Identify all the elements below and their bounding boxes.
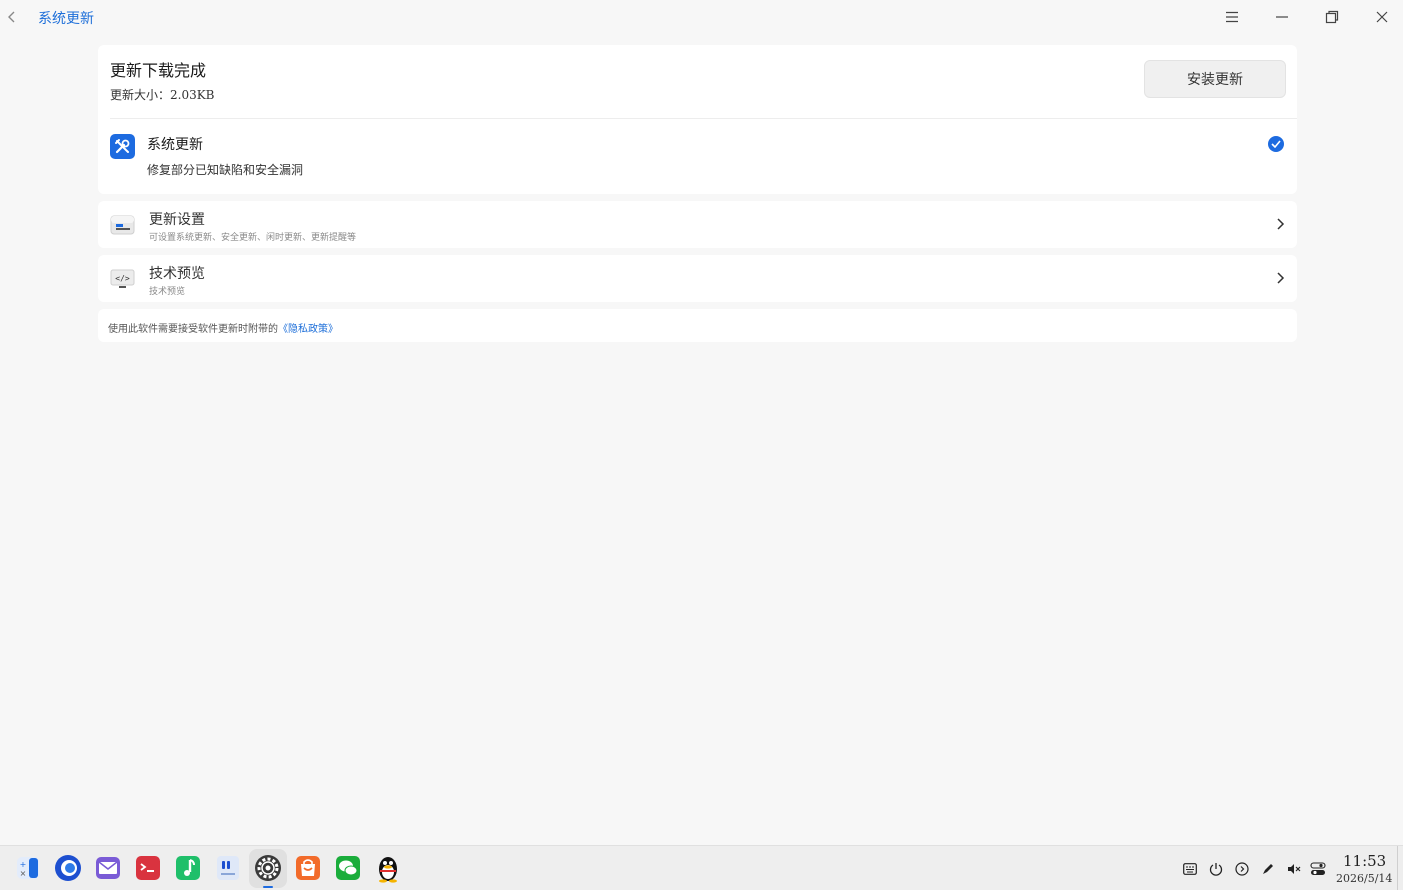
close-icon <box>1376 11 1388 23</box>
play-circle-icon <box>1235 862 1249 876</box>
taskbar: + × 11:53 2026/5/14 <box>0 845 1403 890</box>
chevron-right-icon <box>1277 272 1285 284</box>
download-status-title: 更新下载完成 <box>110 61 207 80</box>
tech-preview-row[interactable]: </> 技术预览 技术预览 <box>98 255 1297 302</box>
update-settings-subtitle: 可设置系统更新、安全更新、闲时更新、更新提醒等 <box>149 233 357 243</box>
mail-app[interactable] <box>93 853 123 883</box>
music-icon <box>176 856 200 880</box>
update-settings-row[interactable]: 更新设置 可设置系统更新、安全更新、闲时更新、更新提醒等 <box>98 201 1297 248</box>
pen-tray[interactable] <box>1260 861 1276 877</box>
mail-icon <box>96 857 120 879</box>
privacy-notice-text: 使用此软件需要接受软件更新时附带的 <box>108 324 278 335</box>
title-bar: 系统更新 <box>0 0 1403 34</box>
control-center-tray[interactable] <box>1310 861 1326 877</box>
menu-icon <box>1226 11 1238 23</box>
keyboard-tray[interactable] <box>1182 861 1198 877</box>
maximize-button[interactable] <box>1317 5 1347 29</box>
browser-icon <box>55 855 81 881</box>
update-settings-icon <box>110 213 136 237</box>
clock-time[interactable]: 11:53 <box>1343 852 1386 870</box>
launcher-app[interactable]: + × <box>13 853 43 883</box>
text-editor-app[interactable] <box>213 853 243 883</box>
quote-editor-icon <box>217 856 239 880</box>
chevron-left-icon <box>8 11 15 23</box>
svg-text:</>: </> <box>115 274 130 283</box>
update-settings-title: 更新设置 <box>149 212 205 228</box>
privacy-notice: 使用此软件需要接受软件更新时附带的《隐私政策》 <box>108 320 338 335</box>
wechat-app[interactable] <box>333 853 363 883</box>
menu-button[interactable] <box>1217 5 1247 29</box>
app-store-app[interactable] <box>293 853 323 883</box>
browser-app[interactable] <box>53 853 83 883</box>
back-button[interactable] <box>2 6 22 28</box>
install-update-button[interactable]: 安装更新 <box>1144 60 1286 98</box>
minimize-button[interactable] <box>1267 5 1297 29</box>
keyboard-icon <box>1183 863 1197 875</box>
qq-app[interactable] <box>373 853 403 883</box>
media-tray[interactable] <box>1234 861 1250 877</box>
tech-preview-subtitle: 技术预览 <box>149 287 186 297</box>
wechat-icon <box>336 856 360 880</box>
system-update-checkbox[interactable] <box>1268 136 1284 152</box>
pen-icon <box>1263 864 1273 874</box>
chevron-right-icon <box>1277 218 1285 230</box>
svg-text:×: × <box>20 869 27 878</box>
qq-penguin-icon <box>379 857 397 883</box>
gear-icon <box>255 855 281 881</box>
volume-tray[interactable] <box>1286 861 1302 877</box>
terminal-app[interactable] <box>133 853 163 883</box>
maximize-icon <box>1325 10 1339 24</box>
system-update-tools-icon <box>110 134 135 159</box>
power-tray[interactable] <box>1208 861 1224 877</box>
clock-date[interactable]: 2026/5/14 <box>1336 872 1392 885</box>
system-update-title: 系统更新 <box>147 137 203 153</box>
power-icon <box>1209 863 1223 876</box>
divider <box>110 118 1297 119</box>
checkmark-icon <box>1271 140 1281 148</box>
toggle-icon <box>1310 862 1326 875</box>
active-app-indicator <box>263 886 273 888</box>
svg-text:+: + <box>20 860 27 869</box>
system-update-description: 修复部分已知缺陷和安全漏洞 <box>147 163 304 177</box>
update-download-card: 更新下载完成 更新大小：2.03KB 安装更新 系统更新 修复部分已知缺陷和安全… <box>98 45 1297 194</box>
terminal-icon <box>136 856 160 880</box>
tech-preview-title: 技术预览 <box>149 266 205 282</box>
volume-muted-icon <box>1288 864 1301 874</box>
launcher-icon: + × <box>17 857 39 879</box>
shopping-bag-icon <box>296 856 320 880</box>
music-app[interactable] <box>173 853 203 883</box>
show-desktop-separator[interactable] <box>1397 846 1398 890</box>
privacy-policy-link[interactable]: 《隐私政策》 <box>278 324 338 335</box>
update-size-label: 更新大小：2.03KB <box>110 88 215 102</box>
minimize-icon <box>1276 16 1288 18</box>
breadcrumb[interactable]: 系统更新 <box>38 8 94 28</box>
code-preview-icon: </> <box>110 267 136 291</box>
close-button[interactable] <box>1367 5 1397 29</box>
privacy-footer: 使用此软件需要接受软件更新时附带的《隐私政策》 <box>98 309 1297 342</box>
settings-app[interactable] <box>253 853 283 883</box>
